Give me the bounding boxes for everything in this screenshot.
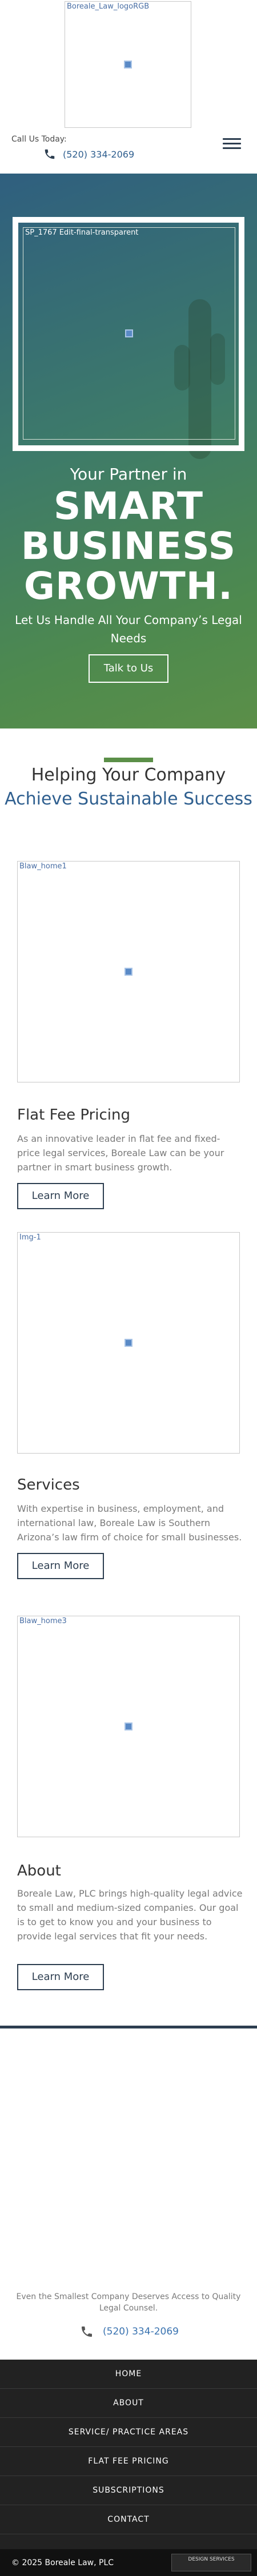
hero-subtitle: Let Us Handle All Your Company’s Legal N… <box>15 613 242 645</box>
about-image: Blaw_home3 <box>17 1616 240 1837</box>
hamburger-bar <box>223 147 241 149</box>
site-logo[interactable]: Boreale_Law_logoRGB <box>65 1 191 128</box>
section-accent-rule <box>104 758 153 762</box>
card-title-about: About <box>17 1862 61 1879</box>
site-header: Boreale_Law_logoRGB Call Us Today: (520)… <box>0 0 257 174</box>
footer-nav-home[interactable]: HOME <box>0 2360 257 2389</box>
hamburger-bar <box>223 143 241 144</box>
hero-title: SMART BUSINESS GROWTH. <box>0 486 257 606</box>
hero-section: SP_1767 Edit-final-transparent Your Part… <box>0 174 257 728</box>
learn-more-services-button[interactable]: Learn More <box>17 1553 104 1579</box>
footer-nav-services[interactable]: SERVICE/ PRACTICE AREAS <box>0 2418 257 2447</box>
hero-image: SP_1767 Edit-final-transparent <box>23 227 235 440</box>
talk-to-us-button[interactable]: Talk to Us <box>89 654 168 683</box>
footer-nav: HOME ABOUT SERVICE/ PRACTICE AREAS FLAT … <box>0 2360 257 2549</box>
footer-nav-subscriptions[interactable]: SUBSCRIPTIONS <box>0 2476 257 2505</box>
designer-badge[interactable]: DESIGN SERVICES <box>171 2554 251 2571</box>
hero-title-line: BUSINESS <box>21 524 236 568</box>
logo-alt-text: Boreale_Law_logoRGB <box>67 2 150 11</box>
card-text-services: With expertise in business, employment, … <box>17 1503 242 1543</box>
phone-icon <box>45 149 55 159</box>
broken-image-icon <box>125 329 133 337</box>
copyright-text: © 2025 Boreale Law, PLC <box>11 2558 114 2567</box>
hero-image-alt-text: SP_1767 Edit-final-transparent <box>25 228 139 237</box>
card-text-about: Boreale Law, PLC brings high-quality leg… <box>17 1888 243 1942</box>
card-text-flat-fee: As an innovative leader in flat fee and … <box>17 1133 224 1173</box>
learn-more-flat-fee-button[interactable]: Learn More <box>17 1183 104 1209</box>
image-alt-text: Img-1 <box>19 1233 41 1242</box>
hero-title-line: SMART <box>53 484 204 528</box>
phone-icon <box>82 2327 92 2337</box>
image-alt-text: Blaw_home3 <box>19 1617 67 1625</box>
card-title-flat-fee: Flat Fee Pricing <box>17 1106 130 1124</box>
section-divider <box>0 2026 257 2028</box>
learn-more-about-button[interactable]: Learn More <box>17 1964 104 1990</box>
broken-image-icon <box>124 61 132 69</box>
services-image: Img-1 <box>17 1232 240 1454</box>
footer-bar: © 2025 Boreale Law, PLC DESIGN SERVICES <box>0 2549 257 2576</box>
broken-image-icon <box>125 1339 132 1347</box>
hero-kicker: Your Partner in <box>70 465 187 484</box>
section-subheading: Achieve Sustainable Success <box>5 789 252 809</box>
designer-badge-label: DESIGN SERVICES <box>188 2557 235 2562</box>
broken-image-icon <box>125 1722 132 1730</box>
header-phone-link[interactable]: (520) 334-2069 <box>63 149 134 160</box>
menu-toggle-button[interactable] <box>223 138 241 150</box>
flat-fee-image: Blaw_home1 <box>17 861 240 1082</box>
hero-image-frame: SP_1767 Edit-final-transparent <box>13 217 244 451</box>
broken-image-icon <box>125 968 132 976</box>
footer-nav-contact[interactable]: CONTACT <box>0 2505 257 2534</box>
tagline: Even the Smallest Company Deserves Acces… <box>16 2292 241 2313</box>
footer-phone-link[interactable]: (520) 334-2069 <box>103 2326 179 2337</box>
section-heading: Helping Your Company <box>31 765 226 785</box>
hamburger-bar <box>223 138 241 140</box>
hero-title-line: GROWTH. <box>23 564 234 608</box>
image-alt-text: Blaw_home1 <box>19 862 67 871</box>
footer-nav-about[interactable]: ABOUT <box>0 2389 257 2418</box>
call-label: Call Us Today: <box>11 135 67 144</box>
footer-nav-flat-fee[interactable]: FLAT FEE PRICING <box>0 2447 257 2476</box>
card-title-services: Services <box>17 1476 80 1494</box>
